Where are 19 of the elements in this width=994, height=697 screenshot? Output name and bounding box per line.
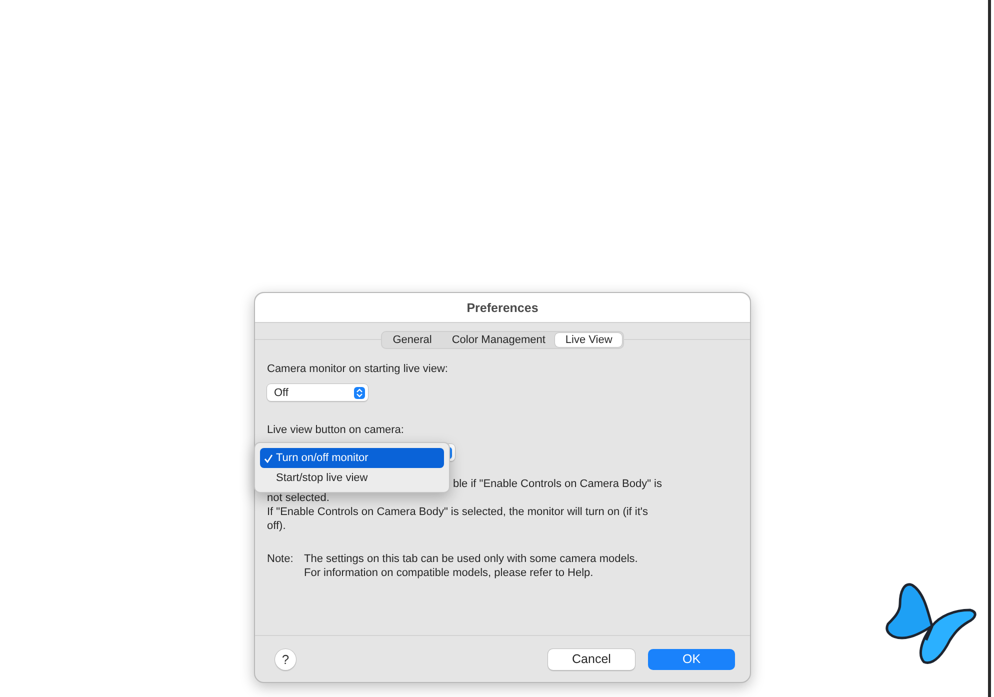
check-icon xyxy=(264,454,273,462)
description-text: ble if "Enable Controls on Camera Body" is xyxy=(453,477,662,491)
field-label: Camera monitor on starting live view: xyxy=(267,362,449,376)
window-title: Preferences xyxy=(466,300,538,314)
popup-button[interactable]: Off xyxy=(267,384,368,401)
field-label: Live view button on camera: xyxy=(267,423,405,437)
help-button[interactable]: ? xyxy=(275,648,296,670)
ok-button[interactable]: OK xyxy=(648,648,735,670)
cancel-button[interactable]: Cancel xyxy=(548,648,635,670)
tab[interactable]: General xyxy=(382,333,442,347)
note-label: Note: xyxy=(267,552,294,567)
description-text: not selected. xyxy=(267,491,330,505)
note-text: The settings on this tab can be used only with some camera models. xyxy=(304,552,638,566)
description-text: If "Enable Controls on Camera Body" is selected, the monitor will turn on (if it's off). xyxy=(267,505,650,533)
menu-item[interactable]: Start/stop live view xyxy=(260,468,444,488)
note-text: For information on compatible models, please refer to Help. xyxy=(304,566,594,580)
tab[interactable]: Live View xyxy=(555,333,622,347)
menu-item[interactable]: Turn on/off monitor xyxy=(260,448,444,468)
tab[interactable]: Color Management xyxy=(442,333,556,347)
